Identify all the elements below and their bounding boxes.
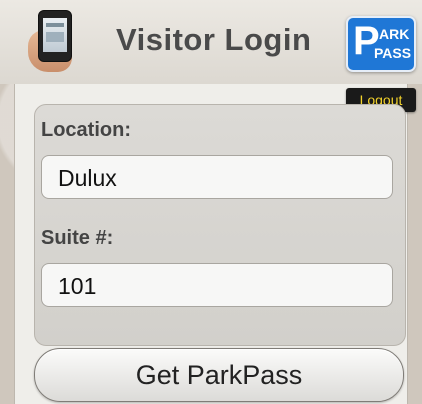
page-title: Visitor Login: [116, 22, 312, 57]
suite-label: Suite #:: [41, 227, 114, 249]
header-bar: Visitor Login P ARK PASS: [0, 0, 422, 84]
logo-line2: PASS: [374, 45, 412, 61]
location-label: Location:: [41, 119, 131, 141]
suite-field[interactable]: 101: [41, 263, 393, 307]
phone-shape: [38, 10, 72, 62]
phone-screen: [43, 18, 67, 52]
login-form: Location: Dulux Suite #: 101: [34, 104, 406, 346]
location-field[interactable]: Dulux: [41, 155, 393, 199]
parkpass-logo: P ARK PASS: [346, 16, 416, 72]
phone-in-hand-icon: [28, 8, 88, 72]
logo-line1: ARK: [379, 26, 410, 42]
get-parkpass-button[interactable]: Get ParkPass: [34, 348, 404, 402]
